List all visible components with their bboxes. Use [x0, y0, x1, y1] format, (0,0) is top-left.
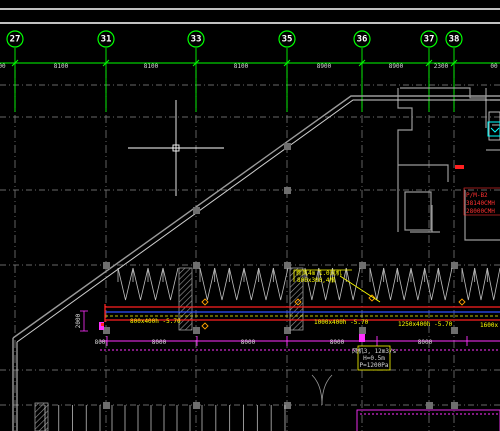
axis-bubble-label: 36: [357, 35, 368, 45]
column: [193, 207, 200, 214]
duct-label: 1600x: [480, 322, 498, 329]
fan-callout-line2: H=0.5m: [363, 355, 385, 362]
fan-callout-line3: P=1200Pa: [360, 362, 389, 369]
dim-label: 2300: [434, 63, 449, 70]
axis-bubble: 37: [420, 30, 438, 48]
column: [193, 402, 200, 409]
room-tag-line2: 38140CMH: [466, 200, 495, 207]
duct-label: 1000x400h -5.70: [314, 319, 369, 326]
dim-label: 8000: [330, 339, 345, 346]
axis-bubble: 27: [6, 30, 24, 48]
callout-line2: 800x300,4根: [297, 276, 336, 284]
callout-line1: 新风4m 1.0风机: [296, 269, 342, 277]
axis-bubble-label: 37: [424, 35, 435, 45]
dim-label: 00: [0, 63, 6, 70]
column: [451, 402, 458, 409]
duct-label: 1250x400h -5.70: [398, 321, 453, 328]
dim-label: 8000: [418, 339, 433, 346]
room-tag-line3: 28000CMH: [466, 208, 495, 215]
axis-bubble: 31: [97, 30, 115, 48]
dim-label: 8900: [317, 63, 332, 70]
column: [284, 187, 291, 194]
column: [103, 262, 110, 269]
column: [451, 327, 458, 334]
fan-callout-line1: 风机3, 12m3/s: [352, 347, 397, 355]
dim-label: 800: [95, 339, 106, 346]
axis-bubble-label: 31: [101, 35, 112, 45]
column: [284, 143, 291, 150]
dim-label: 8000: [152, 339, 167, 346]
axis-bubble: 38: [445, 30, 463, 48]
room-tag-line1: P/M-B2: [466, 192, 488, 199]
column: [103, 402, 110, 409]
column: [193, 262, 200, 269]
dim-label: 8000: [241, 339, 256, 346]
cad-drawing-canvas[interactable]: 00 8100 8100 8100 8900 8900 2300 00 27 31…: [0, 0, 500, 431]
column: [451, 262, 458, 269]
dim-label: 8100: [144, 63, 159, 70]
canvas-background: [0, 0, 500, 431]
axis-bubble: 33: [187, 30, 205, 48]
axis-bubble-label: 27: [10, 35, 21, 45]
axis-bubble-label: 38: [449, 35, 460, 45]
column: [426, 402, 433, 409]
column: [359, 262, 366, 269]
duct-label: 800x400h -5.70: [130, 318, 181, 325]
dim-label: 8100: [54, 63, 69, 70]
dim-label: 00: [490, 63, 498, 70]
column: [193, 327, 200, 334]
column: [103, 327, 110, 334]
column: [359, 327, 366, 334]
dim-label: 8900: [389, 63, 404, 70]
axis-bubble-label: 35: [282, 35, 293, 45]
axis-bubble: 36: [353, 30, 371, 48]
red-marker: [455, 165, 464, 169]
axis-bubble: 35: [278, 30, 296, 48]
axis-bubble-label: 33: [191, 35, 202, 45]
dim-label: 8100: [234, 63, 249, 70]
elevation-text: 2000: [75, 313, 82, 328]
